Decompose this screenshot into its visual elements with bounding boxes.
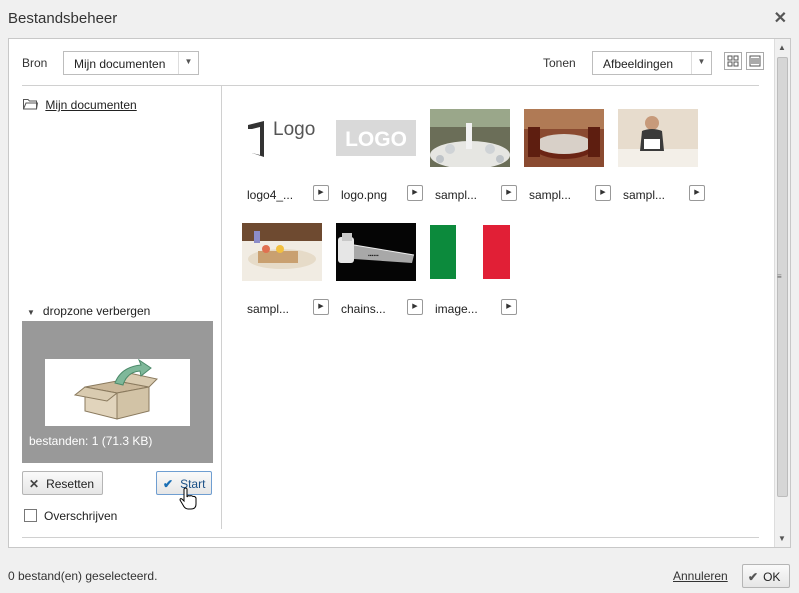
thumbnail-logo-text: LOGO [345,128,407,151]
show-select[interactable]: Afbeeldingen ▼ [592,51,712,75]
overwrite-label: Overschrijven [44,509,118,523]
chevron-down-icon: ▼ [691,52,711,74]
overwrite-checkbox[interactable]: Overschrijven [24,509,117,523]
thumbnail: LOGO [336,109,416,167]
svg-text:▪▪▪▪▪▪: ▪▪▪▪▪▪ [368,253,379,259]
title-bar: Bestandsbeheer ✕ [0,0,799,38]
file-menu-button[interactable]: ▶ [595,185,611,201]
file-name: sampl... [247,302,290,316]
file-menu-button[interactable]: ▶ [313,185,329,201]
thumbnail [430,223,510,281]
toolbar: Bron Mijn documenten ▼ Tonen Afbeeldinge… [9,39,776,85]
list-view-icon [749,55,761,67]
thumbnail [618,109,698,167]
file-menu-button[interactable]: ▶ [689,185,705,201]
folder-icon [23,99,39,110]
thumbnail: ▪▪▪▪▪▪ [336,223,416,281]
bottom-divider [22,537,759,538]
show-select-value: Afbeeldingen [603,57,674,71]
reset-label: Resetten [46,477,95,491]
box-upload-icon [73,358,159,420]
file-name: logo4_... [247,188,294,202]
file-name: image... [435,302,478,316]
tree-item-my-documents[interactable]: Mijn documenten [23,98,137,112]
close-icon[interactable]: ✕ [774,8,787,28]
chevron-down-icon: ▼ [178,52,198,74]
vertical-scrollbar[interactable]: ▲ ≡ ▼ [774,39,790,547]
list-view-button[interactable] [746,52,764,70]
file-name: sampl... [623,188,666,202]
grid-view-icon [727,55,739,67]
file-name: sampl... [435,188,478,202]
dropzone-toggle-label: dropzone verbergen [42,304,151,318]
show-label: Tonen [543,56,576,70]
file-tile[interactable]: sampl... ▶ [430,109,518,219]
file-name: chains... [341,302,386,316]
file-tile[interactable]: LOGO logo.png ▶ [336,109,424,219]
triangle-down-icon: ▼ [27,308,35,317]
file-name: sampl... [529,188,572,202]
checkmark-icon: ✔ [748,570,759,584]
scroll-up-icon[interactable]: ▲ [778,43,786,52]
file-menu-button[interactable]: ▶ [501,299,517,315]
window-title: Bestandsbeheer [8,10,118,27]
ok-button[interactable]: ✔ OK [742,564,790,588]
file-name: logo.png [341,188,388,202]
file-menu-button[interactable]: ▶ [407,299,423,315]
file-menu-button[interactable]: ▶ [501,185,517,201]
thumbnail: Logo [242,109,322,167]
file-menu-button[interactable]: ▶ [407,185,423,201]
hand-cursor-icon [179,487,197,510]
thumbnail [242,223,322,281]
cancel-link[interactable]: Annuleren [673,569,728,583]
scroll-down-icon[interactable]: ▼ [778,534,786,543]
left-pane: Mijn documenten ▼ dropzone verbergen best… [9,85,222,529]
checkbox-box[interactable] [24,509,37,522]
dropzone-toggle[interactable]: ▼ dropzone verbergen [27,304,150,318]
file-tile[interactable]: ▪▪▪▪▪▪ chains... ▶ [336,223,424,333]
file-menu-button[interactable]: ▶ [313,299,329,315]
file-tile[interactable]: image... ▶ [430,223,518,333]
x-icon: ✕ [29,477,40,491]
file-tile[interactable]: sampl... ▶ [524,109,612,219]
file-tile[interactable]: sampl... ▶ [618,109,706,219]
scroll-grip-icon: ≡ [777,272,782,281]
source-select[interactable]: Mijn documenten ▼ [63,51,199,75]
reset-button[interactable]: ✕ Resetten [22,471,103,495]
thumbnail [430,109,510,167]
ok-label: OK [763,570,781,584]
selection-status: 0 bestand(en) geselecteerd. [8,569,158,583]
checkmark-icon: ✔ [163,477,174,491]
thumbnail-logo-text: Logo [273,119,315,140]
dropzone[interactable]: bestanden: 1 (71.3 KB) [22,321,213,463]
file-tile[interactable]: sampl... ▶ [242,223,330,333]
source-label: Bron [22,56,48,70]
source-select-value: Mijn documenten [74,57,166,71]
dropzone-preview [45,358,190,426]
file-manager-panel: Bron Mijn documenten ▼ Tonen Afbeeldinge… [8,38,791,548]
grid-view-button[interactable] [724,52,742,70]
dropzone-file-info: bestanden: 1 (71.3 KB) [29,434,153,448]
status-bar: 0 bestand(en) geselecteerd. Annuleren ✔ O… [0,556,799,593]
file-tile[interactable]: Logo logo4_... ▶ [242,109,330,219]
thumbnail [524,109,604,167]
tree-item-label[interactable]: Mijn documenten [45,98,136,112]
